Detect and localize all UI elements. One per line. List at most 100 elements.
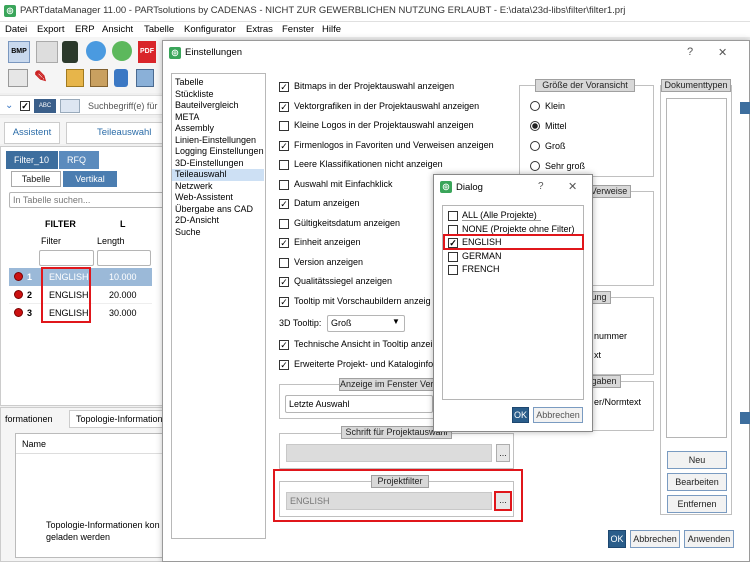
cylinder-icon[interactable] <box>114 69 128 87</box>
doc-remove-button[interactable]: Entfernen <box>667 495 727 513</box>
tab-teileauswahl[interactable]: Teileauswahl <box>66 122 166 144</box>
phone-icon[interactable] <box>62 41 78 63</box>
settings-apply-button[interactable]: Anwenden <box>684 530 734 548</box>
checkbox-icon[interactable]: ✓ <box>279 359 289 370</box>
nav-item-web-assistent[interactable]: Web-Assistent <box>175 192 264 204</box>
tab-informationen[interactable]: formationen <box>5 410 67 428</box>
nav-item-tabelle[interactable]: Tabelle <box>175 77 264 89</box>
checkbox-icon[interactable] <box>279 218 289 229</box>
search-icon[interactable] <box>60 99 80 113</box>
checkbox-icon[interactable]: ✓ <box>279 140 289 151</box>
bmp-export-icon[interactable]: BMP <box>8 41 30 63</box>
checkbox-icon[interactable] <box>279 160 289 170</box>
projektfilter-browse-button[interactable]: ... <box>494 491 512 511</box>
anzeige-select[interactable]: Letzte Auswahl <box>285 395 433 413</box>
filter-input-length[interactable] <box>97 250 151 266</box>
filter-dialog-help-button[interactable]: ? <box>538 181 544 192</box>
help-button[interactable]: ? <box>687 46 693 58</box>
settings-ok-button[interactable]: OK <box>608 530 626 548</box>
nav-item-3d[interactable]: 3D-Einstellungen <box>175 158 264 170</box>
nav-item-netzwerk[interactable]: Netzwerk <box>175 181 264 193</box>
checkbox-icon[interactable]: ✓ <box>279 277 289 287</box>
nav-item-assembly[interactable]: Assembly <box>175 123 264 135</box>
nav-item-teileauswahl[interactable]: Teileauswahl <box>172 169 264 181</box>
checkbox-icon[interactable] <box>448 251 458 262</box>
radio-icon[interactable] <box>530 141 540 151</box>
nav-item-meta[interactable]: META <box>175 112 264 124</box>
folder-icon[interactable] <box>66 69 84 87</box>
checkbox-icon[interactable]: ✓ <box>279 101 289 112</box>
tab-assistent[interactable]: Assistent <box>4 122 60 144</box>
menu-ansicht[interactable]: Ansicht <box>102 24 133 35</box>
checkbox-icon[interactable] <box>279 179 289 190</box>
radio-icon[interactable] <box>530 161 540 171</box>
tab-rfq[interactable]: RFQ <box>59 151 99 169</box>
grid-icon[interactable] <box>8 69 28 87</box>
abc-icon[interactable]: ABC <box>34 99 56 113</box>
checkbox-icon[interactable] <box>279 257 289 268</box>
doc-list[interactable] <box>666 98 727 438</box>
checkbox-icon[interactable]: ✓ <box>279 199 289 209</box>
menu-export[interactable]: Export <box>37 24 64 35</box>
menu-fenster[interactable]: Fenster <box>282 24 314 35</box>
subtab-tabelle[interactable]: Tabelle <box>11 171 61 187</box>
search-input[interactable]: Suchbegriff(e) für <box>88 99 168 113</box>
tab-topologie[interactable]: Topologie-Informationen <box>69 410 169 428</box>
nav-item-2d-ansicht[interactable]: 2D-Ansicht <box>175 215 264 227</box>
close-button[interactable]: ✕ <box>718 46 727 59</box>
filter-dialog-close-button[interactable]: ✕ <box>568 180 577 193</box>
subtab-vertikal[interactable]: Vertikal <box>63 171 117 187</box>
table-icon[interactable] <box>36 41 58 63</box>
pdf-export-icon[interactable]: PDF <box>138 41 156 63</box>
settings-cancel-button[interactable]: Abbrechen <box>630 530 680 548</box>
radio-icon[interactable] <box>530 121 540 131</box>
settings-dialog-title: Einstellungen <box>185 47 243 58</box>
projektfilter-field[interactable]: ENGLISH <box>286 492 492 510</box>
assembly-icon[interactable] <box>136 69 154 87</box>
checkbox-icon[interactable]: ✓ <box>279 296 289 307</box>
wrench-icon[interactable]: ✎ <box>34 69 52 87</box>
schrift-browse-button[interactable]: ... <box>496 444 510 462</box>
package-icon[interactable] <box>90 69 108 87</box>
globe-icon[interactable] <box>86 41 106 61</box>
menu-tabelle[interactable]: Tabelle <box>144 24 174 35</box>
settings-nav-list: Tabelle Stückliste Bauteilvergleich META… <box>172 77 264 239</box>
checkbox-icon[interactable] <box>448 211 458 221</box>
menu-erp[interactable]: ERP <box>75 24 95 35</box>
verweise-group-title: Verweise <box>587 185 631 198</box>
menu-datei[interactable]: Datei <box>5 24 27 35</box>
menu-extras[interactable]: Extras <box>246 24 273 35</box>
filter-dialog-cancel-button[interactable]: Abbrechen <box>533 407 583 423</box>
nav-item-bauteilvergleich[interactable]: Bauteilvergleich <box>175 100 264 112</box>
tooltip-size-select[interactable]: Groß ▼ <box>327 315 405 332</box>
radio-icon[interactable] <box>530 101 540 111</box>
bottom-panel: formationen Topologie-Informationen Name… <box>0 407 172 562</box>
doc-edit-button[interactable]: Bearbeiten <box>667 473 727 491</box>
menu-konfigurator[interactable]: Konfigurator <box>184 24 236 35</box>
tab-filter-10[interactable]: Filter_10 <box>6 151 58 169</box>
checkbox-icon[interactable] <box>279 121 289 131</box>
filter-input-filter[interactable] <box>39 250 94 266</box>
refresh-icon[interactable] <box>112 41 132 61</box>
doc-group-title: Dokumenttypen <box>661 79 731 92</box>
checkbox-icon[interactable] <box>448 265 458 275</box>
nav-item-stueckliste[interactable]: Stückliste <box>175 89 264 101</box>
menu-hilfe[interactable]: Hilfe <box>322 24 341 35</box>
checkbox-icon[interactable] <box>448 224 458 235</box>
main-tabs: Assistent Teileauswahl <box>0 118 170 144</box>
table-search-input[interactable]: In Tabelle suchen... <box>9 192 169 208</box>
filter-dialog-ok-button[interactable]: OK <box>512 407 529 423</box>
chevron-down-icon[interactable]: ⌄ <box>5 100 13 111</box>
schrift-field[interactable] <box>286 444 492 462</box>
nav-item-uebergabe-cad[interactable]: Übergabe ans CAD <box>175 204 264 216</box>
list-header-name: Name <box>22 439 47 449</box>
search-checkbox[interactable]: ✓ <box>20 101 30 111</box>
checkbox-icon[interactable]: ✓ <box>279 340 289 350</box>
checkbox-icon[interactable]: ✓ <box>279 238 289 248</box>
nav-item-linien[interactable]: Linien-Einstellungen <box>175 135 264 147</box>
nav-item-suche[interactable]: Suche <box>175 227 264 239</box>
nav-item-logging[interactable]: Logging Einstellungen <box>175 146 264 158</box>
menu-bar: Datei Export ERP Ansicht Tabelle Konfigu… <box>0 22 750 37</box>
doc-new-button[interactable]: Neu <box>667 451 727 469</box>
checkbox-icon[interactable]: ✓ <box>279 82 289 92</box>
